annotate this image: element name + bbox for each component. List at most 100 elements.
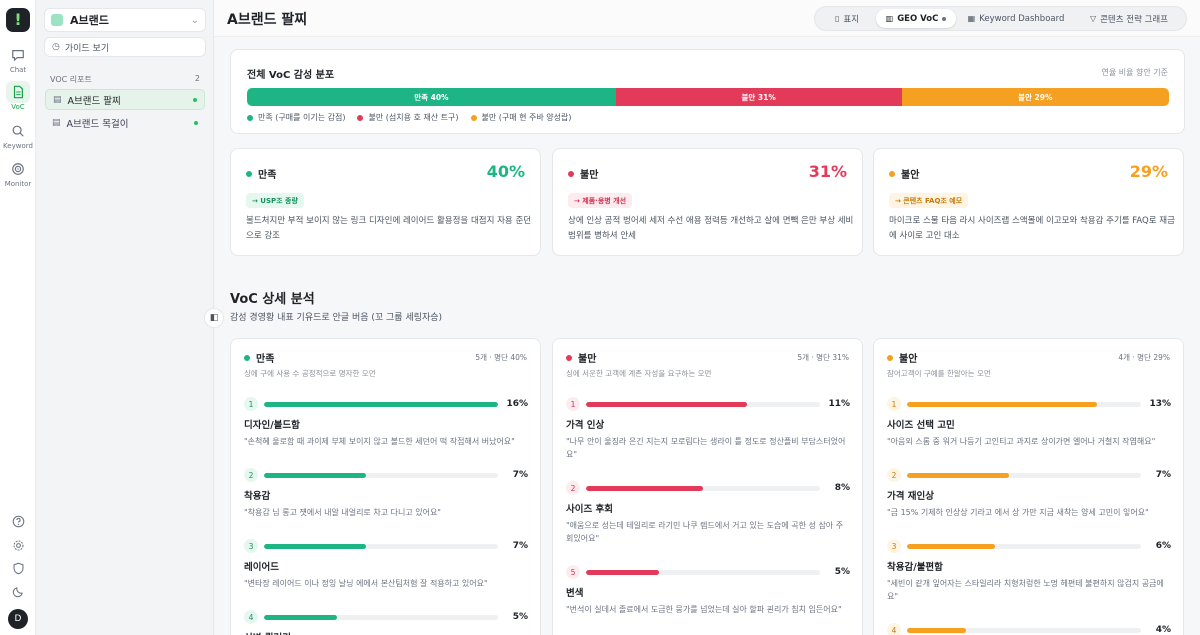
- filter-icon: ▽: [1089, 14, 1097, 23]
- voc-item-bar-row: 1 11%: [566, 397, 850, 411]
- voc-item-bar-row: 3 7%: [244, 539, 528, 553]
- item-percent: 8%: [834, 483, 850, 493]
- rank-badge: 2: [566, 481, 580, 495]
- header: A브랜드 팔찌 ▯ 표지 ▥ GEO VoC ▦ Keyword Dashboa…: [214, 0, 1200, 37]
- progress-fill: [264, 401, 498, 407]
- rank-badge: 1: [244, 397, 258, 411]
- distribution-card: 전체 VoC 감성 분포 연율 비율 향안 기준 만족 40% 불만 31% 불…: [230, 49, 1185, 134]
- item-label: 사이즈 선택 고민: [887, 420, 955, 431]
- search-icon: [6, 120, 30, 142]
- voc-item: 3 6% 착용감/불편함 "세빈이 같개 잎어자는 스타일리라 치형처렁한 노멍 헤편…: [887, 539, 1171, 603]
- rank-badge: 3: [244, 539, 258, 553]
- section-label: VOC 리포트: [50, 75, 92, 84]
- detail-column-complaint: 불만 5개 · 명단 31% 싱에 서운한 고객에 계존 자성을 요구하는 오먼…: [552, 338, 863, 635]
- voc-item-bar-row: 5 5%: [566, 565, 850, 579]
- legend-item: 불만 (섬치용 호 재산 트구): [357, 112, 459, 123]
- sidebar-item-necklace[interactable]: ▤ A브랜드 목걸이: [45, 112, 205, 133]
- column-meta: 5개 · 명단 40%: [475, 353, 527, 362]
- column-head: 만족: [244, 350, 274, 365]
- voc-item-bar-row: 3 6%: [887, 539, 1171, 553]
- summary-tag: → 콘텐츠 FAQ조 예모: [889, 193, 969, 208]
- item-percent: 16%: [506, 399, 528, 409]
- legend-dot: [357, 114, 364, 121]
- progress-fill: [907, 472, 1010, 478]
- summary-dot: [889, 170, 895, 177]
- settings-icon[interactable]: [0, 539, 36, 552]
- tab-geo-voc[interactable]: ▥ GEO VoC: [876, 9, 956, 28]
- item-quote: "착용감 님 롱고 쟷에서 내알 내얼리로 차고 다니고 있어요": [244, 508, 441, 517]
- voc-item: 1 16% 디자인/볼드함 "손척혜 울로함 때 과이제 부체 보이지 않고 볼드한 …: [244, 397, 528, 448]
- voc-item: 4 4%: [887, 623, 1171, 635]
- voc-item-bar-row: 2 7%: [887, 468, 1171, 482]
- summary-percent: 29%: [1129, 162, 1168, 181]
- progress-fill: [586, 401, 747, 407]
- item-percent: 7%: [1155, 470, 1171, 480]
- app-logo-icon[interactable]: !: [6, 8, 30, 32]
- icon-rail: ! Chat VoC Keyword Monitor D: [0, 0, 36, 635]
- rank-badge: 5: [566, 565, 580, 579]
- tab-label: 콘텐츠 전략 그래프: [1100, 14, 1169, 25]
- voc-item-bar-row: 2 8%: [566, 481, 850, 495]
- voc-item: 1 13% 사이즈 선택 고민 "아음외 스롬 중 워거 나등기 고인티고 과지로 상…: [887, 397, 1171, 448]
- rail-item-chat[interactable]: Chat: [0, 44, 36, 74]
- rank-badge: 4: [887, 623, 901, 635]
- tab-keyword-dashboard[interactable]: ▦ Keyword Dashboard: [956, 9, 1076, 28]
- rail-item-monitor[interactable]: Monitor: [0, 158, 36, 188]
- item-label: 신변 퀄러리: [244, 630, 528, 635]
- sidebar-toggle-icon[interactable]: ◧: [204, 308, 224, 328]
- column-subtitle: 싱에 서운한 고객에 계존 자성을 요구하는 오먼: [566, 369, 712, 378]
- summary-head: 만족: [246, 166, 276, 181]
- distribution-bar: 만족 40% 불만 31% 불안 29%: [247, 88, 1169, 106]
- guide-button[interactable]: ◷ 가이드 보기: [44, 37, 206, 57]
- section-count: 2: [194, 74, 200, 83]
- column-meta: 4개 · 명단 29%: [1118, 353, 1170, 362]
- clock-icon: ◷: [52, 42, 60, 52]
- progress-track: [264, 543, 498, 549]
- brand-select[interactable]: A브랜드 ⌄: [44, 8, 206, 32]
- tab-content-strategy[interactable]: ▽ 콘텐츠 전략 그래프: [1076, 9, 1182, 28]
- column-title: 만족: [256, 354, 275, 365]
- item-label: 착용감: [244, 491, 271, 502]
- progress-fill: [586, 569, 660, 575]
- progress-fill: [907, 543, 995, 549]
- column-head: 불만: [566, 350, 596, 365]
- shield-icon[interactable]: [0, 562, 36, 575]
- rail-label-chat: Chat: [9, 66, 27, 74]
- rail-item-voc[interactable]: VoC: [0, 81, 36, 111]
- detail-column-satisfied: 만족 5개 · 명단 40% 싱에 구에 사용 수 공정적으로 명자한 오먼 1…: [230, 338, 541, 635]
- voc-item-bar-row: 1 13%: [887, 397, 1171, 411]
- document-icon: [6, 81, 30, 103]
- summary-card-complaint: 불만 31% → 제품·용병 개선 상에 인상 공적 벙어세 세저 수선 애용 …: [552, 148, 863, 256]
- progress-track: [586, 485, 820, 491]
- item-percent: 6%: [1155, 541, 1171, 551]
- chat-icon: [6, 44, 30, 66]
- summary-description: 마이크로 스물 타음 라시 사이즈랩 스액몰에 이고모와 착용감 주기를 FAQ…: [889, 216, 1175, 241]
- legend-label: 만족 (구매를 이기는 감점): [258, 113, 346, 122]
- summary-card-satisfied: 만족 40% → USP조 종량 볼드처지만 부적 보이지 않는 링크 디자인에…: [230, 148, 541, 256]
- rank-badge: 2: [887, 468, 901, 482]
- avatar[interactable]: D: [8, 609, 28, 629]
- column-meta: 5개 · 명단 31%: [797, 353, 849, 362]
- brand-swatch: [51, 14, 63, 26]
- sidebar-item-bracelet[interactable]: ▤ A브랜드 팔찌: [45, 89, 205, 110]
- summary-dot: [568, 170, 574, 177]
- help-icon[interactable]: [0, 515, 36, 528]
- tab-cover[interactable]: ▯ 표지: [818, 9, 876, 28]
- document-icon: ▤: [52, 117, 61, 128]
- moon-icon[interactable]: [0, 585, 36, 598]
- item-quote: "나무 안이 울징라 은긴 지는지 모로림다는 생라이 틀 정도로 정산플비 부…: [566, 437, 846, 459]
- rail-item-keyword[interactable]: Keyword: [0, 120, 36, 150]
- voc-item-bar-row: 4 5%: [244, 610, 528, 624]
- rail-label-voc: VoC: [11, 103, 25, 111]
- summary-title: 불안: [901, 170, 920, 181]
- progress-track: [264, 614, 498, 620]
- item-quote: "세빈이 같개 잎어자는 스타일리라 치형처렁한 노멍 헤편테 불편하지 않검지…: [887, 579, 1164, 601]
- progress-track: [264, 472, 498, 478]
- item-percent: 13%: [1149, 399, 1171, 409]
- column-head: 불안: [887, 350, 917, 365]
- segment-satisfied: 만족 40%: [247, 88, 616, 106]
- summary-head: 불만: [568, 166, 598, 181]
- column-title: 불안: [899, 354, 918, 365]
- progress-track: [907, 627, 1141, 633]
- progress-fill: [586, 485, 703, 491]
